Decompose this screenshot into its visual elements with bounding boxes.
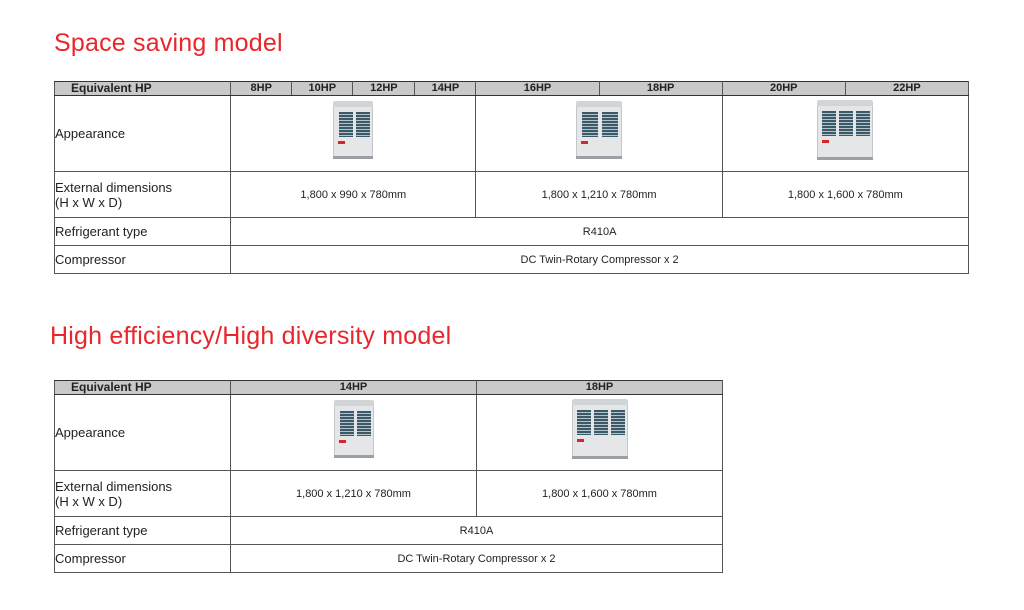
dimensions-value-20-22: 1,800 x 1,600 x 780mm: [721, 171, 970, 218]
refrigerant-value: R410A: [230, 516, 723, 545]
outdoor-unit-small-icon: [333, 400, 374, 458]
refrigerant-row: Refrigerant type R410A: [54, 516, 723, 545]
dimensions-label-line1: External dimensions: [55, 478, 173, 494]
hp-14: 14HP: [230, 380, 477, 395]
hp-22: 22HP: [844, 81, 970, 96]
equivalent-hp-label: Equivalent HP: [54, 380, 231, 395]
appearance-label: Appearance: [53, 95, 232, 172]
hp-14: 14HP: [414, 81, 477, 96]
equivalent-hp-label: Equivalent HP: [53, 81, 232, 96]
appearance-row: Appearance: [53, 95, 970, 172]
compressor-label: Compressor: [54, 544, 231, 573]
dimensions-value-8-14: 1,800 x 990 x 780mm: [230, 171, 477, 218]
dimensions-label: External dimensions (H x W x D): [53, 171, 232, 218]
hp-12: 12HP: [352, 81, 416, 96]
refrigerant-label: Refrigerant type: [54, 516, 231, 545]
refrigerant-value: R410A: [230, 217, 969, 246]
section-title-high-efficiency: High efficiency/High diversity model: [50, 322, 452, 350]
hp-16: 16HP: [475, 81, 600, 96]
dimensions-label-line2: (H x W x D): [55, 194, 123, 210]
dimensions-row: External dimensions (H x W x D) 1,800 x …: [54, 470, 723, 517]
hp-18: 18HP: [476, 380, 723, 395]
compressor-row: Compressor DC Twin-Rotary Compressor x 2: [53, 245, 969, 274]
refrigerant-label: Refrigerant type: [53, 217, 232, 246]
dimensions-row: External dimensions (H x W x D) 1,800 x …: [53, 171, 970, 218]
outdoor-unit-medium-icon: [576, 101, 623, 159]
hp-10: 10HP: [291, 81, 354, 96]
appearance-label: Appearance: [54, 394, 231, 471]
dimensions-label: External dimensions (H x W x D): [54, 470, 231, 517]
dimensions-value-14: 1,800 x 1,210 x 780mm: [230, 470, 477, 517]
section-title-space-saving: Space saving model: [54, 29, 283, 57]
refrigerant-row: Refrigerant type R410A: [53, 217, 969, 246]
compressor-value: DC Twin-Rotary Compressor x 2: [230, 544, 723, 573]
dimensions-value-18: 1,800 x 1,600 x 780mm: [476, 470, 723, 517]
outdoor-unit-large-icon: [571, 399, 628, 459]
outdoor-unit-small-icon: [333, 101, 374, 159]
appearance-row: Appearance: [54, 394, 723, 471]
compressor-label: Compressor: [53, 245, 232, 274]
appearance-cell-14: [230, 394, 477, 471]
appearance-cell-18: [476, 394, 723, 471]
header-row: Equivalent HP 8HP 10HP 12HP 14HP 16HP 18…: [53, 81, 970, 96]
compressor-row: Compressor DC Twin-Rotary Compressor x 2: [54, 544, 723, 573]
appearance-cell-20-22: [721, 95, 970, 172]
space-saving-spec-table: Equivalent HP 8HP 10HP 12HP 14HP 16HP 18…: [53, 81, 970, 274]
header-row: Equivalent HP 14HP 18HP: [54, 380, 723, 395]
outdoor-unit-large-icon: [817, 100, 874, 160]
appearance-cell-16-18: [475, 95, 723, 172]
high-efficiency-spec-table: Equivalent HP 14HP 18HP Appearance Exter…: [54, 380, 723, 573]
appearance-cell-8-14: [230, 95, 477, 172]
dimensions-value-16-18: 1,800 x 1,210 x 780mm: [475, 171, 723, 218]
hp-18: 18HP: [598, 81, 723, 96]
hp-20: 20HP: [721, 81, 846, 96]
hp-8: 8HP: [230, 81, 293, 96]
dimensions-label-line2: (H x W x D): [55, 493, 123, 509]
compressor-value: DC Twin-Rotary Compressor x 2: [230, 245, 969, 274]
dimensions-label-line1: External dimensions: [55, 179, 173, 195]
